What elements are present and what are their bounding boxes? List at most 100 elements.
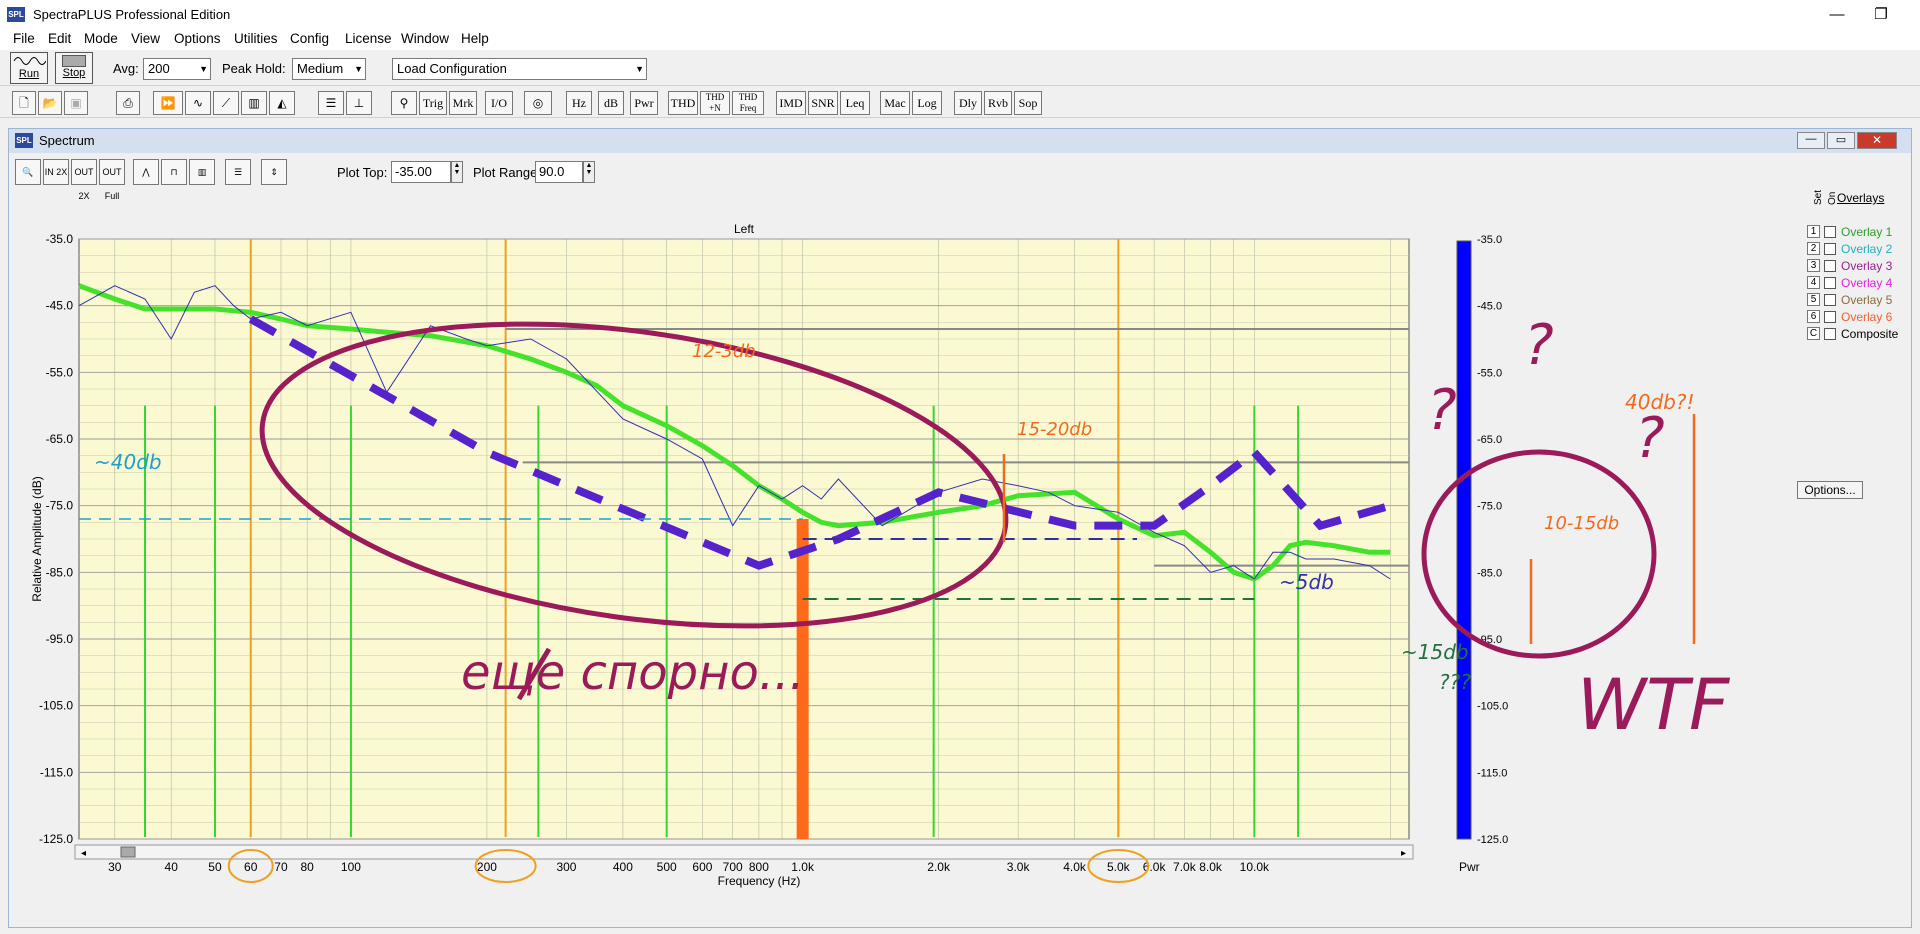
x-tick-label: 70 bbox=[274, 860, 288, 874]
x-axis-label: Frequency (Hz) bbox=[718, 874, 801, 888]
spectrum-window-icon: SPL bbox=[15, 133, 33, 148]
app-title: SpectraPLUS Professional Edition bbox=[33, 7, 231, 22]
x-tick-label: 50 bbox=[208, 860, 222, 874]
plot-range-input[interactable]: 90.0 bbox=[535, 161, 583, 183]
y-tick-label: -85.0 bbox=[46, 565, 74, 579]
print-icon[interactable]: ⎙ bbox=[116, 91, 140, 115]
mac-button[interactable]: Mac bbox=[880, 91, 910, 115]
annotation-text-40db-left: ~40db bbox=[94, 450, 162, 474]
load-config-select[interactable]: Load Configuration ▼ bbox=[392, 58, 647, 80]
3d-plot-icon[interactable]: ◭ bbox=[269, 91, 295, 115]
slope-icon[interactable]: ⟋ bbox=[213, 91, 239, 115]
x-tick-label: 4.0k bbox=[1063, 860, 1087, 874]
overlay-checkbox[interactable] bbox=[1824, 260, 1836, 272]
zoom-icon[interactable]: 🔍 bbox=[15, 159, 41, 185]
sine-icon[interactable]: ◎ bbox=[524, 91, 552, 115]
peak-icon[interactable]: ⋀ bbox=[133, 159, 159, 185]
x-tick-label: 200 bbox=[477, 860, 497, 874]
imd-button[interactable]: IMD bbox=[776, 91, 806, 115]
log-button[interactable]: Log bbox=[912, 91, 942, 115]
overlay-set-button[interactable]: 2 bbox=[1807, 242, 1820, 255]
menu-file[interactable]: File bbox=[13, 31, 35, 46]
menu-help[interactable]: Help bbox=[461, 31, 489, 46]
overlay-set-button[interactable]: 6 bbox=[1807, 310, 1820, 323]
y-tick-label: -55.0 bbox=[46, 365, 74, 379]
menu-mode[interactable]: Mode bbox=[84, 31, 118, 46]
io-button[interactable]: I/O bbox=[485, 91, 513, 115]
mrk-button[interactable]: Mrk bbox=[449, 91, 477, 115]
plot-top-input[interactable]: -35.00 bbox=[391, 161, 451, 183]
generator-icon[interactable]: ⚲ bbox=[391, 91, 417, 115]
list-icon[interactable]: ☰ bbox=[318, 91, 344, 115]
overlay-checkbox[interactable] bbox=[1824, 294, 1836, 306]
scope-icon[interactable]: ∿ bbox=[185, 91, 211, 115]
octave-bars-icon[interactable]: ▥ bbox=[189, 159, 215, 185]
axis-icon[interactable]: ⊥ bbox=[346, 91, 372, 115]
sop-button[interactable]: Sop bbox=[1014, 91, 1042, 115]
leq-button[interactable]: Leq bbox=[840, 91, 870, 115]
plot-top-spinner[interactable]: ▲ ▼ bbox=[451, 161, 463, 183]
maximize-button[interactable]: ▭ bbox=[1827, 132, 1855, 149]
new-icon[interactable]: 🗋 bbox=[12, 91, 36, 115]
overlay-set-button[interactable]: C bbox=[1807, 327, 1820, 340]
overlay-set-button[interactable]: 1 bbox=[1807, 225, 1820, 238]
db-button[interactable]: dB bbox=[598, 91, 624, 115]
scrollbar-thumb[interactable] bbox=[120, 846, 136, 858]
overlay-checkbox[interactable] bbox=[1824, 243, 1836, 255]
fast-forward-icon[interactable]: ⏩ bbox=[153, 91, 183, 115]
x-tick-label: 60 bbox=[244, 860, 258, 874]
dly-button[interactable]: Dly bbox=[954, 91, 982, 115]
overlay-options-button[interactable]: Options... bbox=[1797, 481, 1863, 499]
menu-config[interactable]: Config bbox=[290, 31, 329, 46]
trig-button[interactable]: Trig bbox=[419, 91, 447, 115]
overlay-checkbox[interactable] bbox=[1824, 328, 1836, 340]
thd-n-button[interactable]: THD +N bbox=[700, 91, 730, 115]
overlay-set-button[interactable]: 5 bbox=[1807, 293, 1820, 306]
thd-button[interactable]: THD bbox=[668, 91, 698, 115]
menu-license[interactable]: License bbox=[345, 31, 392, 46]
main-toolbar: Run Stop Avg: 200 ▼ Peak Hold: Medium ▼ Lo… bbox=[0, 50, 1920, 86]
menu-view[interactable]: View bbox=[131, 31, 160, 46]
open-icon[interactable]: 📂 bbox=[38, 91, 62, 115]
menu-options[interactable]: Options bbox=[174, 31, 221, 46]
overlay-set-button[interactable]: 4 bbox=[1807, 276, 1820, 289]
minimize-button[interactable]: — bbox=[1822, 4, 1852, 26]
plot-range-spinner[interactable]: ▲ ▼ bbox=[583, 161, 595, 183]
spectrum-title: Spectrum bbox=[39, 133, 95, 148]
avg-select[interactable]: 200 ▼ bbox=[143, 58, 211, 80]
zoom-in-2x-icon[interactable]: IN 2X bbox=[43, 159, 69, 185]
save-icon[interactable]: ▣ bbox=[64, 91, 88, 115]
peak-hold-select[interactable]: Medium ▼ bbox=[292, 58, 366, 80]
x-tick-label: 10.0k bbox=[1240, 860, 1270, 874]
menu-window[interactable]: Window bbox=[401, 31, 449, 46]
overlay-set-button[interactable]: 3 bbox=[1807, 259, 1820, 272]
run-button[interactable]: Run bbox=[10, 52, 48, 84]
close-button[interactable]: ✕ bbox=[1857, 132, 1897, 149]
stop-button[interactable]: Stop bbox=[55, 52, 93, 84]
rvb-button[interactable]: Rvb bbox=[984, 91, 1012, 115]
overlay-checkbox[interactable] bbox=[1824, 277, 1836, 289]
overlay-checkbox[interactable] bbox=[1824, 311, 1836, 323]
overlay-checkbox[interactable] bbox=[1824, 226, 1836, 238]
run-label: Run bbox=[18, 68, 40, 80]
thd-freq-button[interactable]: THD Freq bbox=[732, 91, 764, 115]
plot-top-label: Plot Top: bbox=[337, 165, 388, 180]
plot-scale-icon[interactable]: ⇕ bbox=[261, 159, 287, 185]
hz-button[interactable]: Hz bbox=[566, 91, 592, 115]
y-tick-label: -115.0 bbox=[40, 765, 73, 779]
restore-button[interactable]: ❐ bbox=[1866, 4, 1896, 26]
spectrogram-icon[interactable]: ▥ bbox=[241, 91, 267, 115]
horizontal-scrollbar[interactable] bbox=[74, 844, 1414, 860]
zoom-out-full-icon[interactable]: OUT Full bbox=[99, 159, 125, 201]
menu-utilities[interactable]: Utilities bbox=[234, 31, 278, 46]
pwr-button[interactable]: Pwr bbox=[630, 91, 658, 115]
power-tick-label: -55.0 bbox=[1477, 367, 1502, 379]
menu-edit[interactable]: Edit bbox=[48, 31, 71, 46]
bar-step-icon[interactable]: ⊓ bbox=[161, 159, 187, 185]
minimize-button[interactable]: — bbox=[1797, 132, 1825, 149]
y-tick-label: -35.0 bbox=[46, 232, 74, 246]
snr-button[interactable]: SNR bbox=[808, 91, 838, 115]
x-tick-label: 700 bbox=[723, 860, 743, 874]
list-icon[interactable]: ☰ bbox=[225, 159, 251, 185]
zoom-out-2x-icon[interactable]: OUT 2X bbox=[71, 159, 97, 201]
